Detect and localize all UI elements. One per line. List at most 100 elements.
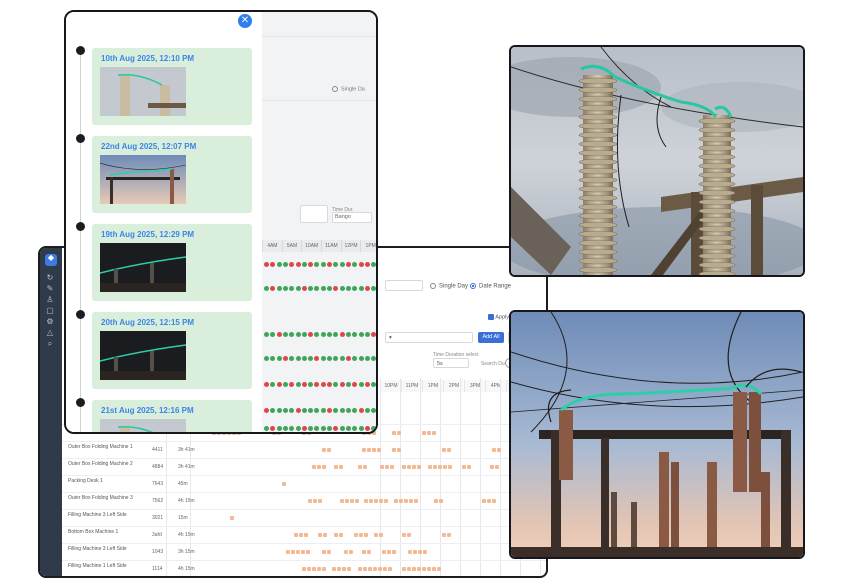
- time-duration-select[interactable]: 5s: [433, 358, 469, 368]
- event-card[interactable]: 10th Aug 2025, 12:10 PM: [92, 48, 252, 125]
- status-dot: [276, 332, 282, 337]
- activity-segment: [294, 533, 298, 537]
- activity-segment: [378, 567, 382, 571]
- status-dot: [333, 426, 339, 431]
- event-thumbnail[interactable]: [100, 67, 186, 116]
- activity-segment: [296, 550, 300, 554]
- event-card[interactable]: 21st Aug 2025, 12:16 PM: [92, 400, 252, 432]
- machine-duration: 3h 41m: [178, 447, 195, 453]
- activity-segment: [467, 465, 471, 469]
- sidebar-folder-icon[interactable]: ▢: [45, 307, 55, 315]
- sidebar-alert-icon[interactable]: △: [45, 329, 55, 337]
- machine-code: 1114: [152, 566, 163, 572]
- status-dot: [371, 332, 376, 337]
- status-dot: [352, 426, 358, 431]
- insulator-closeup-image: [511, 47, 803, 275]
- table-row[interactable]: Bottom Box Machine 1 3afd 4h 15m: [62, 526, 546, 544]
- close-button[interactable]: ✕: [238, 14, 252, 28]
- status-dot: [345, 262, 351, 267]
- status-dot: [327, 382, 332, 387]
- status-dot: [276, 426, 282, 431]
- status-dot: [308, 426, 314, 431]
- apply-checkbox[interactable]: Apply: [488, 314, 509, 320]
- table-row[interactable]: Outer Box Folding Machine 2 4884 3h 41m: [62, 458, 546, 476]
- activity-segment: [344, 550, 348, 554]
- date-range-radio[interactable]: Date Range: [470, 283, 511, 290]
- table-row[interactable]: Filling Machine 3 Left Side 1043 3h 15m: [62, 543, 546, 561]
- activity-segment: [492, 499, 496, 503]
- sidebar-user-icon[interactable]: ♙: [45, 296, 55, 304]
- status-dot: [352, 356, 358, 361]
- activity-segment: [433, 465, 437, 469]
- activity-segment: [407, 567, 411, 571]
- activity-segment: [482, 499, 486, 503]
- sidebar-link-icon[interactable]: ↻: [45, 274, 55, 282]
- status-dot: [282, 382, 288, 387]
- event-card[interactable]: 20th Aug 2025, 12:15 PM: [92, 312, 252, 389]
- event-thumbnail[interactable]: [100, 243, 186, 292]
- table-row[interactable]: Filling Machine 1 Left Side 1114 4h 15m: [62, 560, 546, 576]
- status-dot: [301, 408, 307, 413]
- activity-segment: [392, 431, 396, 435]
- event-card[interactable]: 19th Aug 2025, 12:29 PM: [92, 224, 252, 301]
- sidebar-settings-icon[interactable]: ⚙: [45, 318, 55, 326]
- status-dot: [364, 332, 370, 337]
- status-dot: [289, 356, 295, 361]
- status-dot: [327, 286, 332, 291]
- activity-segment: [413, 550, 417, 554]
- status-dot: [345, 408, 351, 413]
- activity-segment: [362, 550, 366, 554]
- event-card[interactable]: 22nd Aug 2025, 12:07 PM: [92, 136, 252, 213]
- status-dot: [327, 356, 332, 361]
- status-dot: [314, 382, 320, 387]
- status-dot: [333, 382, 339, 387]
- activity-segment: [322, 448, 326, 452]
- status-dot: [264, 408, 269, 413]
- sidebar-edit-icon[interactable]: ✎: [45, 285, 55, 293]
- status-dot: [352, 286, 358, 291]
- status-dot: [264, 426, 269, 431]
- event-thumbnail[interactable]: [100, 419, 186, 432]
- activity-segment: [340, 499, 344, 503]
- status-dot: [295, 286, 301, 291]
- machine-duration: 3h 15m: [178, 549, 195, 555]
- table-row[interactable]: Filling Machine 3 Left Side 3021 15m: [62, 509, 546, 527]
- activity-segment: [304, 533, 308, 537]
- app-logo-icon[interactable]: ◆: [45, 254, 57, 266]
- machine-name: Outer Box Folding Machine 2: [68, 461, 133, 467]
- activity-segment: [318, 533, 322, 537]
- activity-segment: [362, 448, 366, 452]
- table-row[interactable]: Outer Box Folding Machine 1 4411 3h 41m: [62, 441, 546, 459]
- activity-segment: [355, 499, 359, 503]
- status-dot: [301, 382, 307, 387]
- activity-segment: [423, 550, 427, 554]
- event-thumbnail[interactable]: [100, 331, 186, 380]
- activity-segment: [318, 499, 322, 503]
- activity-segment: [337, 567, 341, 571]
- activity-segment: [384, 499, 388, 503]
- status-dot: [276, 382, 282, 387]
- add-all-button[interactable]: Add All: [478, 332, 504, 343]
- activity-segment: [374, 499, 378, 503]
- status-dot: [358, 286, 364, 291]
- activity-segment: [282, 482, 286, 486]
- event-thumbnail[interactable]: [100, 155, 186, 204]
- activity-segment: [402, 567, 406, 571]
- date-input[interactable]: [385, 280, 423, 291]
- activity-segment: [438, 465, 442, 469]
- activity-segment: [358, 567, 362, 571]
- activity-segment: [367, 550, 371, 554]
- substation-dusk-photo: [509, 310, 805, 559]
- activity-segment: [394, 499, 398, 503]
- status-dot: [289, 408, 295, 413]
- single-day-radio[interactable]: Single Day: [430, 283, 468, 290]
- table-row[interactable]: Outer Box Folding Machine 3 7562 4h 15m: [62, 492, 546, 510]
- status-dot: [358, 426, 364, 431]
- status-dot: [308, 356, 314, 361]
- activity-segment: [332, 567, 336, 571]
- sidebar-search-icon[interactable]: ⌕: [45, 340, 55, 348]
- activity-segment: [392, 550, 396, 554]
- status-dot: [295, 332, 301, 337]
- machine-select[interactable]: ▾: [385, 332, 473, 343]
- table-row[interactable]: Packing Desk 1 7643 45m: [62, 475, 546, 493]
